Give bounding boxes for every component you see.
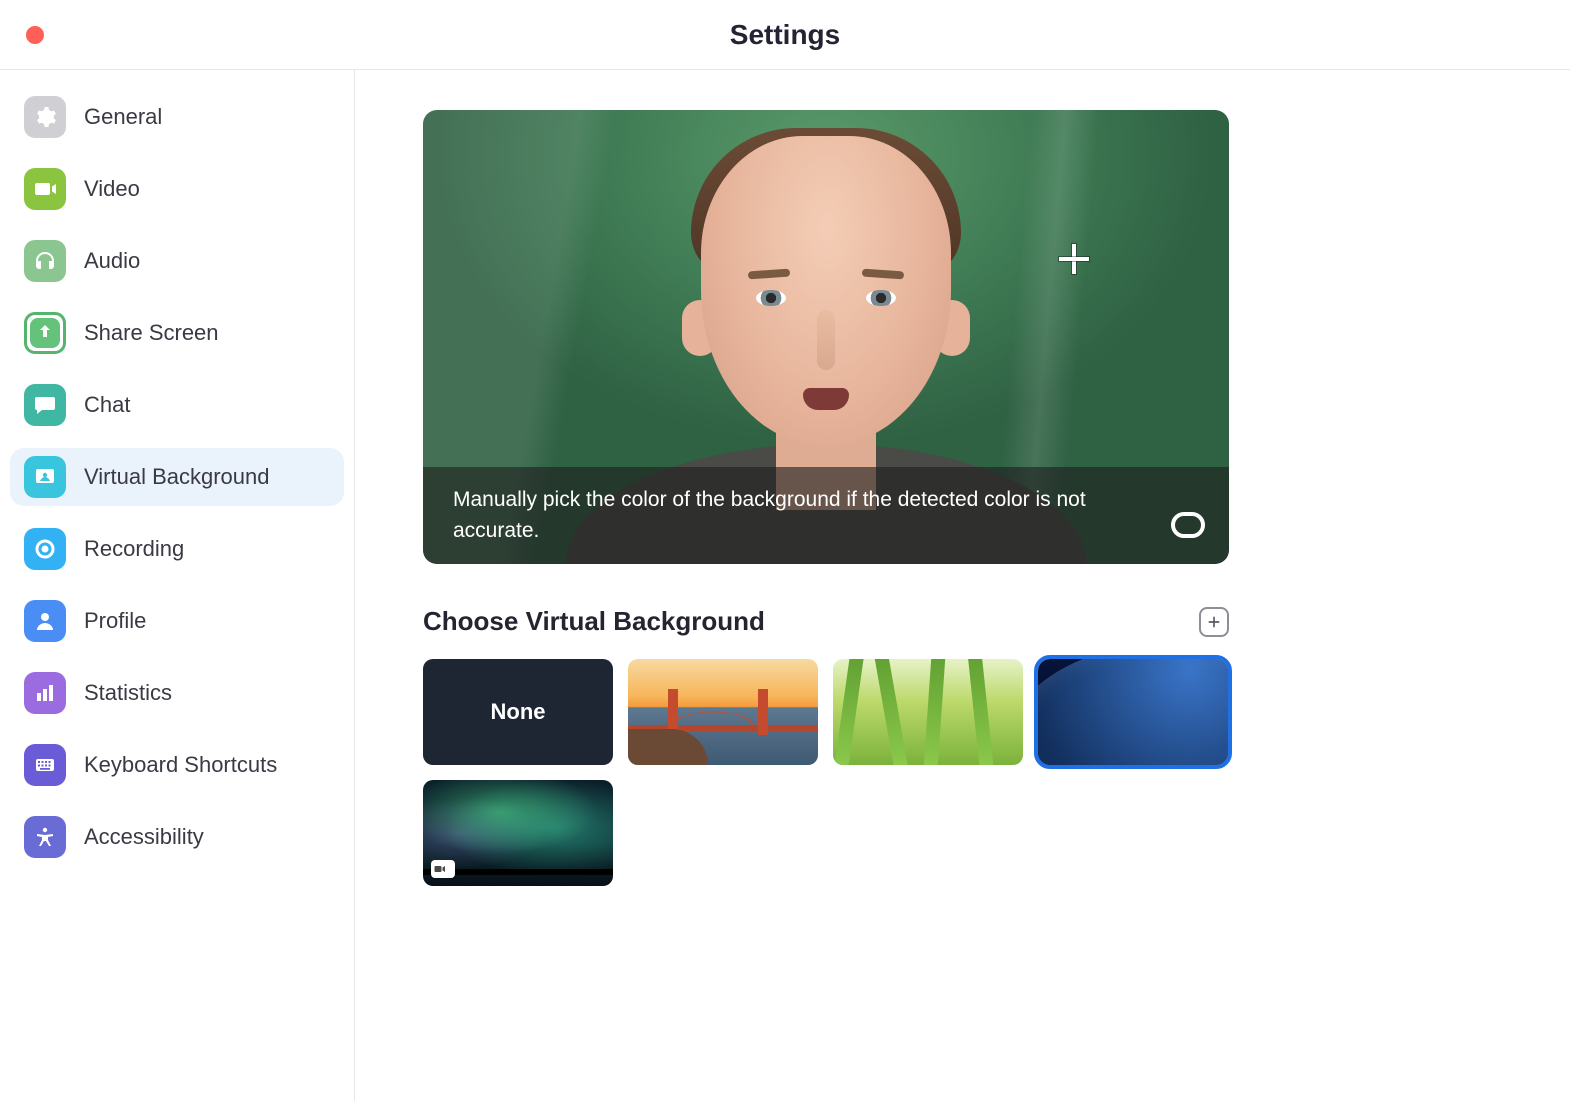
plus-icon: [1206, 614, 1222, 630]
preview-hint-text: Manually pick the color of the backgroun…: [423, 467, 1229, 564]
section-title: Choose Virtual Background: [423, 606, 765, 637]
sidebar-item-label: Virtual Background: [84, 464, 270, 490]
section-header: Choose Virtual Background: [423, 606, 1229, 637]
sidebar-item-label: Keyboard Shortcuts: [84, 752, 277, 778]
color-picker-cursor-icon: [1059, 244, 1089, 274]
statistics-icon: [24, 672, 66, 714]
titlebar: Settings: [0, 0, 1570, 70]
background-option-earth[interactable]: [1038, 659, 1228, 765]
chat-icon: [24, 384, 66, 426]
video-preview: Manually pick the color of the backgroun…: [423, 110, 1229, 564]
sidebar-item-video[interactable]: Video: [10, 160, 344, 218]
keyboard-icon: [24, 744, 66, 786]
gear-icon: [24, 96, 66, 138]
headphones-icon: [24, 240, 66, 282]
sidebar-item-label: Profile: [84, 608, 146, 634]
preview-person-mouth: [803, 388, 849, 410]
sidebar-item-label: Statistics: [84, 680, 172, 706]
sidebar-item-label: Accessibility: [84, 824, 204, 850]
window-title: Settings: [0, 19, 1570, 51]
sidebar-item-label: Video: [84, 176, 140, 202]
sidebar-item-label: Chat: [84, 392, 130, 418]
sidebar-item-virtual-background[interactable]: Virtual Background: [10, 448, 344, 506]
background-option-grass[interactable]: [833, 659, 1023, 765]
sidebar-item-label: Recording: [84, 536, 184, 562]
sidebar-item-label: General: [84, 104, 162, 130]
profile-icon: [24, 600, 66, 642]
video-badge-icon: [431, 860, 455, 878]
sidebar-item-recording[interactable]: Recording: [10, 520, 344, 578]
sidebar-item-share-screen[interactable]: Share Screen: [10, 304, 344, 362]
preview-person-nose: [817, 310, 835, 370]
add-background-button[interactable]: [1199, 607, 1229, 637]
accessibility-icon: [24, 816, 66, 858]
settings-sidebar: General Video Audio Share Screen: [0, 70, 355, 1101]
preview-person-eye: [866, 290, 896, 306]
share-screen-icon: [24, 312, 66, 354]
sidebar-item-profile[interactable]: Profile: [10, 592, 344, 650]
pick-color-button[interactable]: [1171, 512, 1205, 538]
sidebar-item-audio[interactable]: Audio: [10, 232, 344, 290]
app-body: General Video Audio Share Screen: [0, 70, 1570, 1101]
preview-person-eye: [756, 290, 786, 306]
sidebar-item-statistics[interactable]: Statistics: [10, 664, 344, 722]
sidebar-item-label: Share Screen: [84, 320, 219, 346]
background-option-bridge[interactable]: [628, 659, 818, 765]
window-controls: [26, 26, 44, 44]
background-option-aurora[interactable]: [423, 780, 613, 886]
sidebar-item-chat[interactable]: Chat: [10, 376, 344, 434]
settings-main-panel: Manually pick the color of the backgroun…: [355, 70, 1570, 1101]
sidebar-item-keyboard-shortcuts[interactable]: Keyboard Shortcuts: [10, 736, 344, 794]
record-icon: [24, 528, 66, 570]
video-icon: [24, 168, 66, 210]
sidebar-item-label: Audio: [84, 248, 140, 274]
sidebar-item-general[interactable]: General: [10, 88, 344, 146]
sidebar-item-accessibility[interactable]: Accessibility: [10, 808, 344, 866]
close-window-button[interactable]: [26, 26, 44, 44]
background-option-none[interactable]: None: [423, 659, 613, 765]
background-option-label: None: [491, 699, 546, 725]
virtual-background-icon: [24, 456, 66, 498]
background-thumbnails: None: [423, 659, 1233, 886]
